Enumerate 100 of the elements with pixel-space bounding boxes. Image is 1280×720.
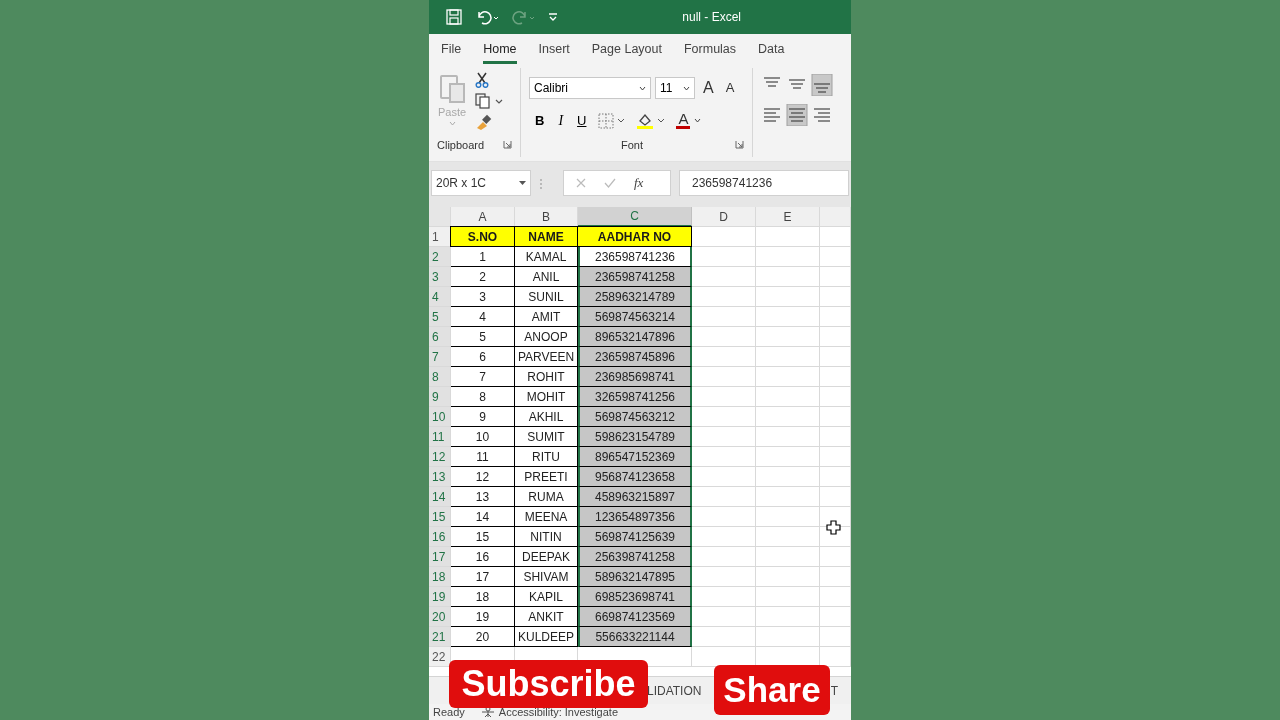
empty-cell[interactable] <box>756 547 820 567</box>
font-color-button[interactable]: A <box>676 112 702 129</box>
dialog-launcher-icon[interactable] <box>503 140 512 150</box>
row-header[interactable]: 18 <box>429 567 451 587</box>
row-header[interactable]: 10 <box>429 407 451 427</box>
font-size-field[interactable]: 11 <box>655 77 695 99</box>
empty-cell[interactable] <box>756 267 820 287</box>
font-name-field[interactable]: Calibri <box>529 77 651 99</box>
row-header[interactable]: 20 <box>429 607 451 627</box>
empty-cell[interactable] <box>756 327 820 347</box>
row-header[interactable]: 6 <box>429 327 451 347</box>
ribbon-tab[interactable]: Page Layout <box>591 34 662 64</box>
empty-cell[interactable] <box>756 607 820 627</box>
empty-cell[interactable] <box>756 507 820 527</box>
align-center-icon[interactable] <box>786 104 808 126</box>
ribbon-tab[interactable]: Formulas <box>683 34 737 64</box>
row-header[interactable]: 3 <box>429 267 451 287</box>
italic-button[interactable]: I <box>556 110 566 131</box>
empty-cell[interactable] <box>756 407 820 427</box>
column-header[interactable]: C <box>578 207 692 227</box>
dialog-launcher-icon[interactable] <box>735 140 744 150</box>
formula-field[interactable]: 236598741236 <box>679 170 849 196</box>
caret-icon[interactable] <box>519 180 526 186</box>
row-header[interactable]: 2 <box>429 247 451 267</box>
subscribe-overlay[interactable]: Subscribe <box>449 660 648 708</box>
empty-cell[interactable] <box>756 347 820 367</box>
row-header[interactable]: 1 <box>429 227 451 247</box>
scissors-icon[interactable] <box>475 72 489 88</box>
enter-icon[interactable] <box>604 178 616 188</box>
sheet-tab[interactable]: T <box>830 681 838 700</box>
empty-cell[interactable] <box>820 327 851 347</box>
row-header[interactable]: 22 <box>429 647 451 667</box>
empty-cell[interactable] <box>820 407 851 427</box>
empty-cell[interactable] <box>820 567 851 587</box>
empty-cell[interactable] <box>820 367 851 387</box>
empty-cell[interactable] <box>820 247 851 267</box>
borders-icon[interactable] <box>598 112 627 129</box>
empty-cell[interactable] <box>756 567 820 587</box>
copy-icon[interactable] <box>475 93 503 109</box>
row-header[interactable]: 15 <box>429 507 451 527</box>
row-header[interactable]: 16 <box>429 527 451 547</box>
empty-cell[interactable] <box>820 267 851 287</box>
ribbon-tab[interactable]: File <box>441 34 462 64</box>
format-painter-icon[interactable] <box>475 114 493 130</box>
empty-cell[interactable] <box>820 487 851 507</box>
row-header[interactable]: 17 <box>429 547 451 567</box>
empty-cell[interactable] <box>756 427 820 447</box>
empty-cell[interactable] <box>756 527 820 547</box>
insert-function-button[interactable]: fx <box>634 173 644 193</box>
empty-cell[interactable] <box>820 627 851 647</box>
empty-cell[interactable] <box>756 367 820 387</box>
row-header[interactable]: 7 <box>429 347 451 367</box>
name-box[interactable]: 20R x 1C <box>431 170 531 196</box>
row-header[interactable]: 14 <box>429 487 451 507</box>
row-header[interactable]: 4 <box>429 287 451 307</box>
empty-cell[interactable] <box>756 387 820 407</box>
empty-cell[interactable] <box>820 387 851 407</box>
empty-cell[interactable] <box>756 227 820 247</box>
empty-cell[interactable] <box>820 587 851 607</box>
underline-button[interactable]: U <box>575 110 589 131</box>
empty-cell[interactable] <box>756 627 820 647</box>
row-header[interactable]: 8 <box>429 367 451 387</box>
empty-cell[interactable] <box>756 587 820 607</box>
sheet-tab[interactable]: LIDATION <box>647 681 702 700</box>
ribbon-tab[interactable]: Insert <box>538 34 570 64</box>
undo-icon[interactable] <box>475 8 499 26</box>
empty-cell[interactable] <box>756 287 820 307</box>
caret-icon[interactable] <box>694 118 702 123</box>
row-header[interactable]: 12 <box>429 447 451 467</box>
empty-cell[interactable] <box>820 227 851 247</box>
empty-cell[interactable] <box>820 347 851 367</box>
empty-cell[interactable] <box>820 547 851 567</box>
row-header[interactable]: 19 <box>429 587 451 607</box>
caret-icon[interactable] <box>639 85 646 91</box>
row-header[interactable]: 13 <box>429 467 451 487</box>
empty-cell[interactable] <box>820 307 851 327</box>
shrink-font-button[interactable]: A <box>721 78 739 98</box>
row-header[interactable]: 9 <box>429 387 451 407</box>
accessibility-icon[interactable] <box>480 706 495 718</box>
column-header[interactable] <box>820 207 851 227</box>
column-header[interactable]: E <box>756 207 820 227</box>
empty-cell[interactable] <box>820 287 851 307</box>
save-icon[interactable] <box>445 8 463 26</box>
empty-cell[interactable] <box>820 447 851 467</box>
caret-icon[interactable] <box>683 85 690 91</box>
align-bottom-icon[interactable] <box>811 74 833 96</box>
row-header[interactable]: 11 <box>429 427 451 447</box>
column-header[interactable]: B <box>515 207 578 227</box>
empty-cell[interactable] <box>756 487 820 507</box>
row-header[interactable]: 21 <box>429 627 451 647</box>
empty-cell[interactable] <box>820 467 851 487</box>
share-overlay[interactable]: Share <box>714 665 830 715</box>
empty-cell[interactable] <box>756 307 820 327</box>
empty-cell[interactable] <box>756 447 820 467</box>
empty-cell[interactable] <box>756 467 820 487</box>
empty-cell[interactable] <box>820 607 851 627</box>
empty-cell[interactable] <box>820 427 851 447</box>
drag-handle-icon[interactable] <box>539 178 543 190</box>
select-all-corner[interactable] <box>429 207 451 227</box>
cancel-icon[interactable] <box>576 178 586 188</box>
